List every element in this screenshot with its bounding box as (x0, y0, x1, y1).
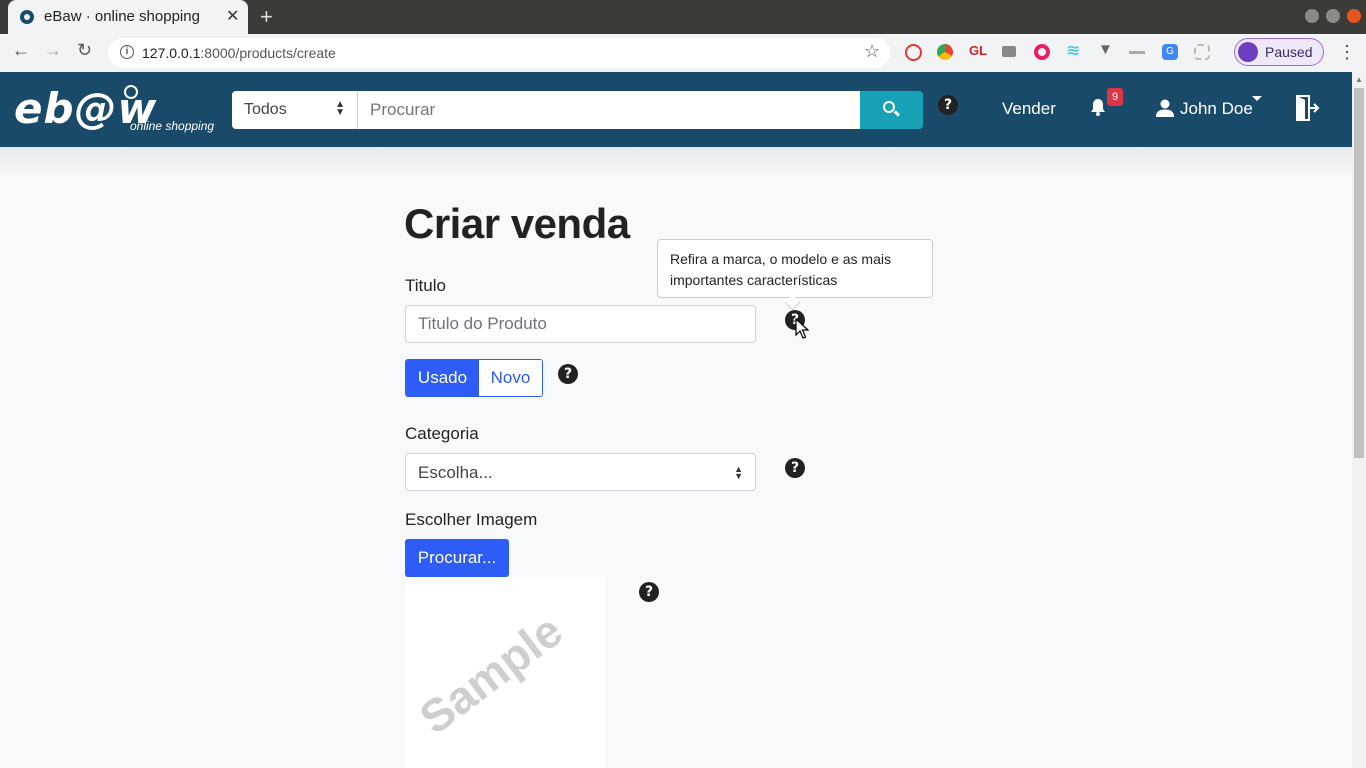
wave-icon[interactable]: ≋ (1066, 41, 1080, 61)
user-menu[interactable]: John Doe (1180, 99, 1253, 119)
maximize-window-button[interactable] (1326, 9, 1340, 23)
select-caret-icon: ▲ ▼ (734, 464, 743, 481)
browser-tab-strip: eBaw · online shopping ✕ + (0, 0, 1366, 34)
condition-used-button[interactable]: Usado (406, 360, 479, 396)
forward-arrow-icon[interactable]: → (44, 40, 62, 61)
profile-paused-button[interactable]: Paused (1234, 38, 1324, 66)
notification-badge: 9 (1107, 88, 1123, 106)
page-title: Criar venda (404, 200, 630, 247)
camera-icon[interactable] (1002, 46, 1016, 57)
paused-label: Paused (1265, 44, 1313, 60)
category-filter-value: Todos (244, 101, 287, 118)
categoria-select[interactable]: Escolha... ▲ ▼ (405, 453, 756, 491)
logo-tagline: online shopping (130, 119, 215, 133)
help-icon[interactable]: ? (938, 95, 958, 115)
imagem-label: Escolher Imagem (405, 510, 538, 529)
category-filter-select[interactable]: Todos ▲ ▼ (232, 91, 358, 129)
search-button[interactable] (860, 91, 923, 129)
site-favicon-icon (20, 10, 34, 24)
back-arrow-icon[interactable]: ← (12, 40, 30, 61)
condition-help-icon[interactable]: ? (558, 364, 578, 384)
titulo-input[interactable] (405, 305, 756, 343)
sample-watermark: Sample (409, 603, 572, 745)
logo-ring-icon (124, 85, 138, 99)
help-tooltip: Refira a marca, o modelo e as mais impor… (657, 239, 933, 298)
grammarly-gl-icon[interactable]: GL (969, 43, 987, 58)
minus-icon[interactable] (1129, 51, 1145, 54)
categoria-help-icon[interactable]: ? (785, 458, 805, 478)
browser-menu-icon[interactable]: ⋮ (1338, 42, 1356, 63)
navbar-shadow (0, 147, 1352, 177)
close-window-button[interactable] (1347, 9, 1361, 23)
user-icon (1156, 99, 1174, 117)
sell-link[interactable]: Vender (1002, 99, 1056, 119)
translate-icon[interactable]: G (1162, 44, 1178, 60)
vue-devtools-icon[interactable]: ▼ (1098, 41, 1113, 58)
select-caret-icon: ▲ ▼ (335, 99, 345, 118)
bookmark-star-icon[interactable]: ☆ (864, 41, 880, 62)
tab-close-icon[interactable]: ✕ (226, 6, 239, 26)
user-dropdown-caret-icon[interactable] (1252, 96, 1262, 101)
search-icon (883, 101, 895, 113)
profile-avatar (1238, 42, 1258, 62)
mouse-cursor-icon (795, 318, 809, 339)
reload-icon[interactable]: ↻ (77, 40, 92, 61)
page-scrollbar[interactable]: ▲ (1352, 72, 1366, 768)
site-navbar: eb@w online shopping Todos ▲▼ ? Vender 9… (0, 72, 1352, 147)
chrome-icon[interactable] (937, 44, 953, 60)
privacy-badger-icon[interactable] (905, 44, 922, 61)
browser-tab[interactable]: eBaw · online shopping ✕ (8, 0, 248, 34)
browser-toolbar: ← → ↻ i 127.0.0.1:8000/products/create ☆… (0, 34, 1366, 73)
titulo-label: Titulo (405, 276, 446, 295)
categoria-label: Categoria (405, 424, 479, 443)
image-preview: Sample (405, 577, 605, 768)
url-text[interactable]: 127.0.0.1:8000/products/create (142, 45, 336, 61)
logout-icon[interactable] (1294, 94, 1320, 122)
categoria-select-value: Escolha... (418, 463, 493, 482)
search-input[interactable] (358, 91, 860, 129)
tab-title: eBaw · online shopping (44, 8, 200, 25)
new-tab-button[interactable]: + (260, 4, 273, 30)
condition-toggle-group: Usado Novo (405, 359, 543, 397)
record-icon[interactable] (1034, 44, 1050, 60)
browse-image-button[interactable]: Procurar... (405, 539, 509, 577)
scroll-up-icon[interactable]: ▲ (1355, 75, 1363, 84)
bell-icon[interactable] (1090, 98, 1106, 116)
image-help-icon[interactable]: ? (639, 582, 659, 602)
scroll-thumb[interactable] (1354, 88, 1364, 458)
condition-new-button[interactable]: Novo (479, 360, 542, 396)
minimize-window-button[interactable] (1305, 9, 1319, 23)
puzzle-icon[interactable] (1194, 44, 1210, 60)
address-bar[interactable]: i 127.0.0.1:8000/products/create ☆ (108, 38, 890, 68)
site-info-icon[interactable]: i (120, 45, 134, 59)
